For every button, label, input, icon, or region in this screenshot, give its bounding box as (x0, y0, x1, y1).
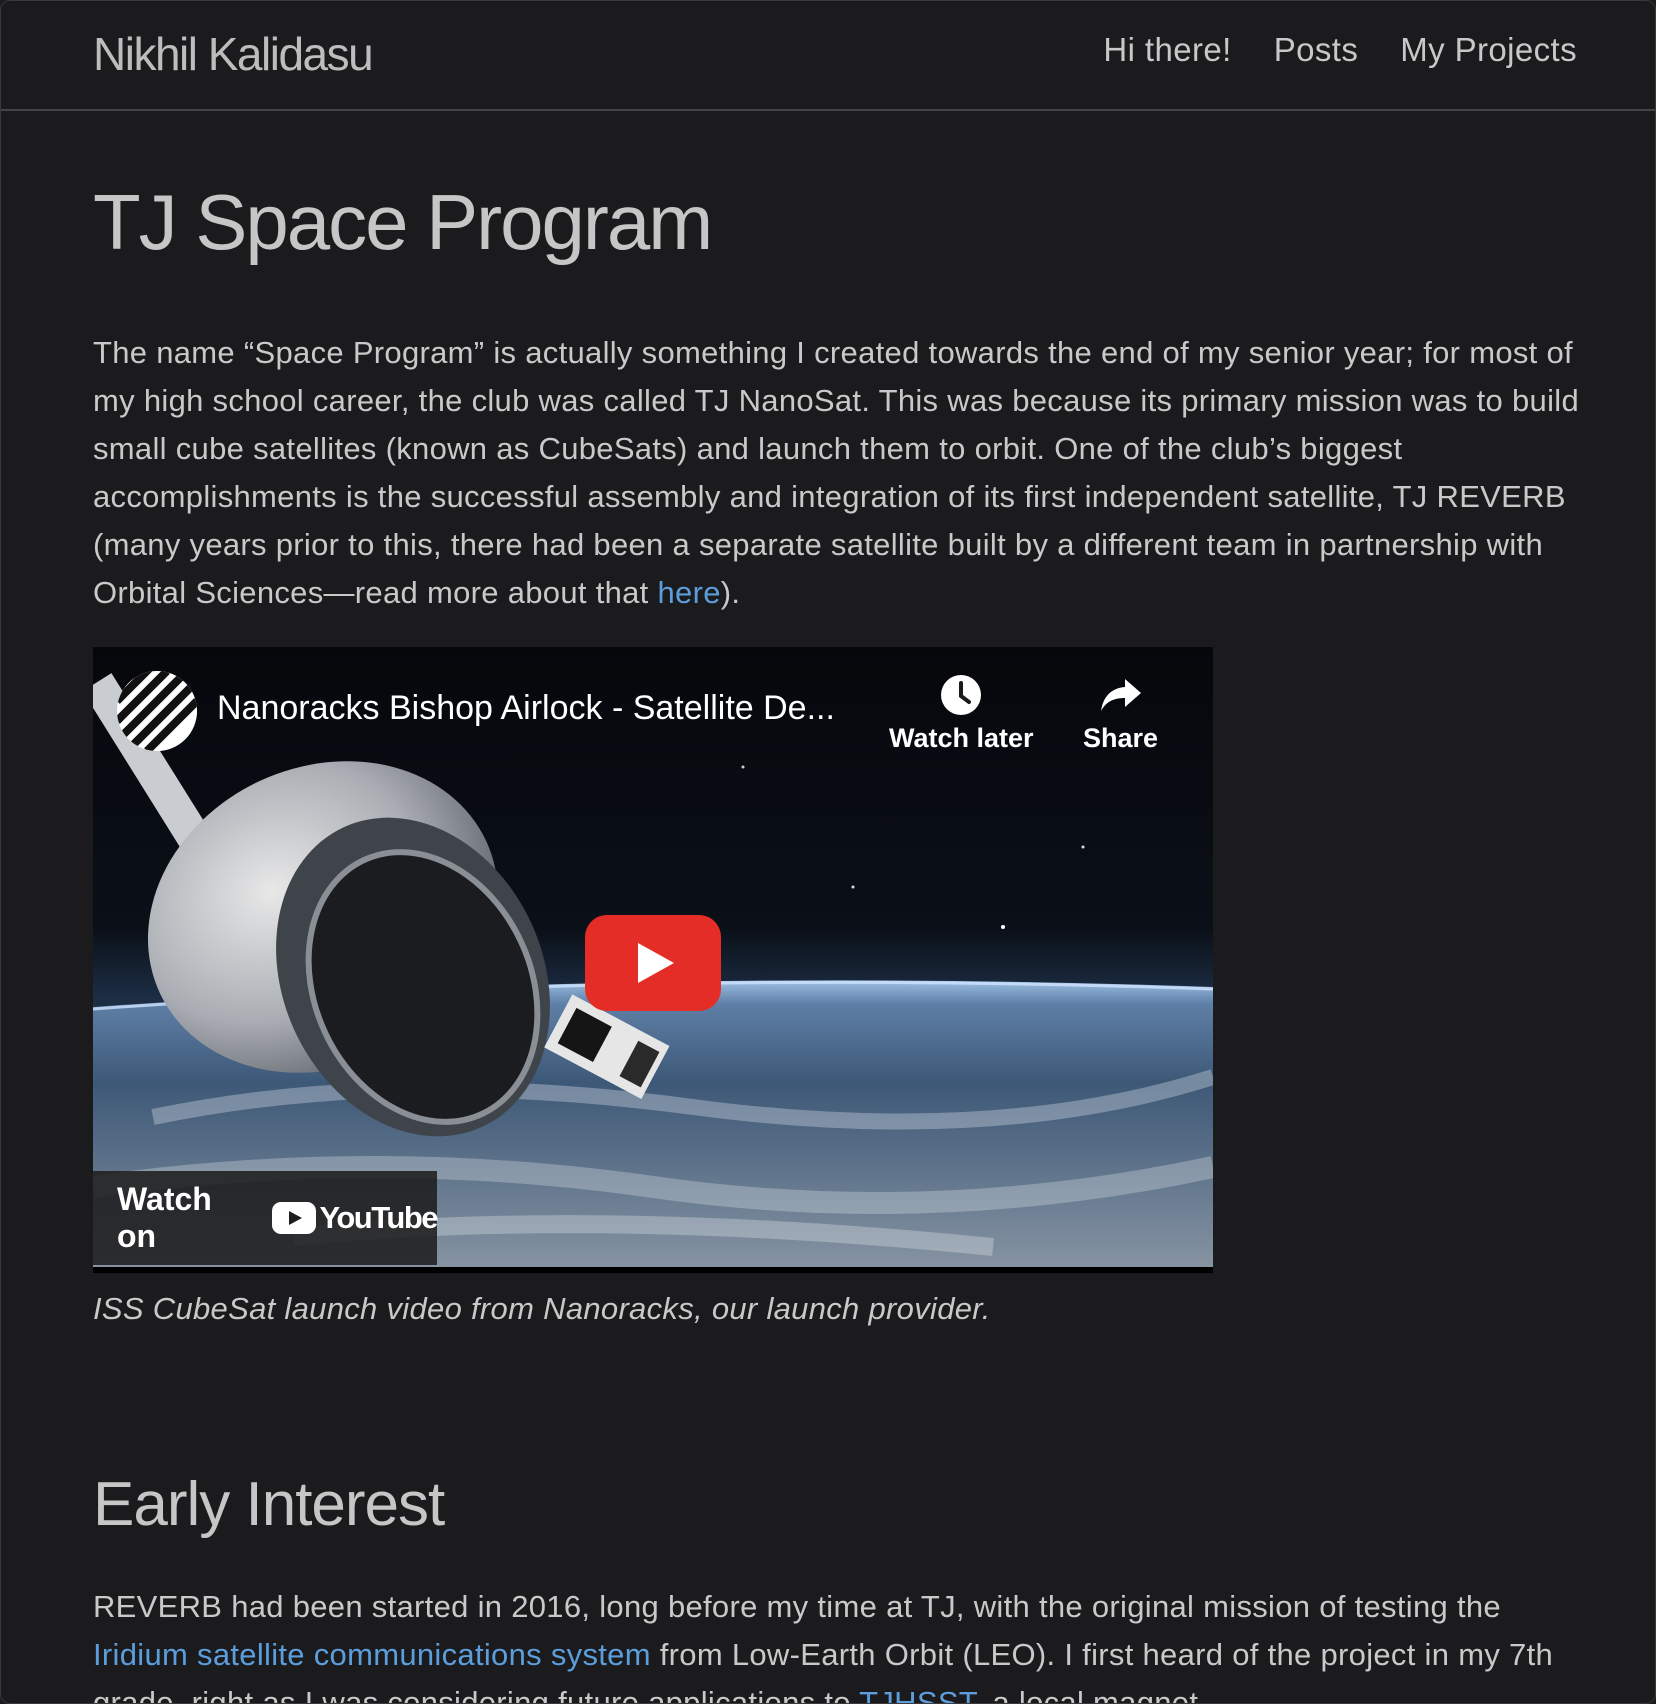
youtube-logo: YouTube (271, 1200, 439, 1236)
nav-my-projects[interactable]: My Projects (1400, 31, 1577, 69)
video-bottom-bar (93, 1267, 1213, 1273)
early-text-3: , a local magnet (974, 1685, 1199, 1704)
early-text-1: REVERB had been started in 2016, long be… (93, 1589, 1501, 1624)
section-heading-early-interest: Early Interest (93, 1470, 445, 1539)
clock-icon (941, 675, 982, 715)
tjhsst-link[interactable]: TJHSST (859, 1685, 974, 1703)
site-header: Nikhil Kalidasu Hi there! Posts My Proje… (1, 1, 1655, 111)
share-arrow-icon (1100, 679, 1141, 711)
main-nav: Hi there! Posts My Projects (1103, 31, 1577, 69)
browser-page: Nikhil Kalidasu Hi there! Posts My Proje… (0, 0, 1656, 1704)
intro-text: The name “Space Program” is actually som… (93, 335, 1579, 610)
share-label: Share (1083, 723, 1159, 753)
share-button[interactable]: Share (1083, 673, 1158, 754)
nav-posts[interactable]: Posts (1274, 31, 1359, 69)
watch-on-label: Watch on (117, 1181, 212, 1254)
nav-hi-there[interactable]: Hi there! (1103, 31, 1231, 69)
watch-later-label: Watch later (889, 723, 1034, 753)
intro-text-end: ). (720, 575, 741, 610)
youtube-play-icon (271, 1202, 316, 1234)
youtube-wordmark: YouTube (319, 1200, 439, 1235)
watch-later-button[interactable]: Watch later (889, 673, 1034, 754)
play-button[interactable] (585, 915, 721, 1011)
early-interest-paragraph: REVERB had been started in 2016, long be… (93, 1583, 1593, 1704)
intro-paragraph: The name “Space Program” is actually som… (93, 329, 1593, 617)
channel-avatar[interactable] (117, 671, 197, 751)
youtube-embed[interactable]: Nanoracks Bishop Airlock - Satellite De.… (93, 647, 1213, 1273)
here-link[interactable]: here (658, 575, 721, 610)
watch-on-youtube-button[interactable]: Watch on YouTube (93, 1171, 439, 1265)
site-brand[interactable]: Nikhil Kalidasu (93, 27, 374, 81)
video-title[interactable]: Nanoracks Bishop Airlock - Satellite De.… (217, 689, 835, 728)
page-title: TJ Space Program (93, 178, 713, 266)
nanoracks-logo-icon (117, 671, 197, 751)
video-caption: ISS CubeSat launch video from Nanoracks,… (93, 1291, 991, 1326)
iridium-link[interactable]: Iridium satellite communications system (93, 1637, 651, 1672)
